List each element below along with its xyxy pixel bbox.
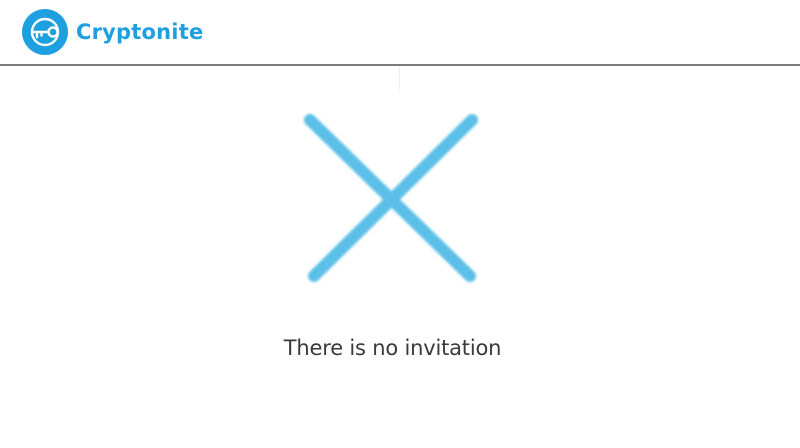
brand[interactable]: Cryptonite	[22, 9, 203, 55]
divider-line	[399, 66, 400, 90]
close-x-icon	[304, 114, 478, 282]
invitation-page: Cryptonite There is no invitation	[0, 0, 800, 448]
key-circle-icon	[22, 9, 68, 55]
brand-name: Cryptonite	[76, 20, 204, 44]
app-header: Cryptonite	[0, 0, 800, 66]
no-invitation-message: There is no invitation	[283, 336, 502, 360]
